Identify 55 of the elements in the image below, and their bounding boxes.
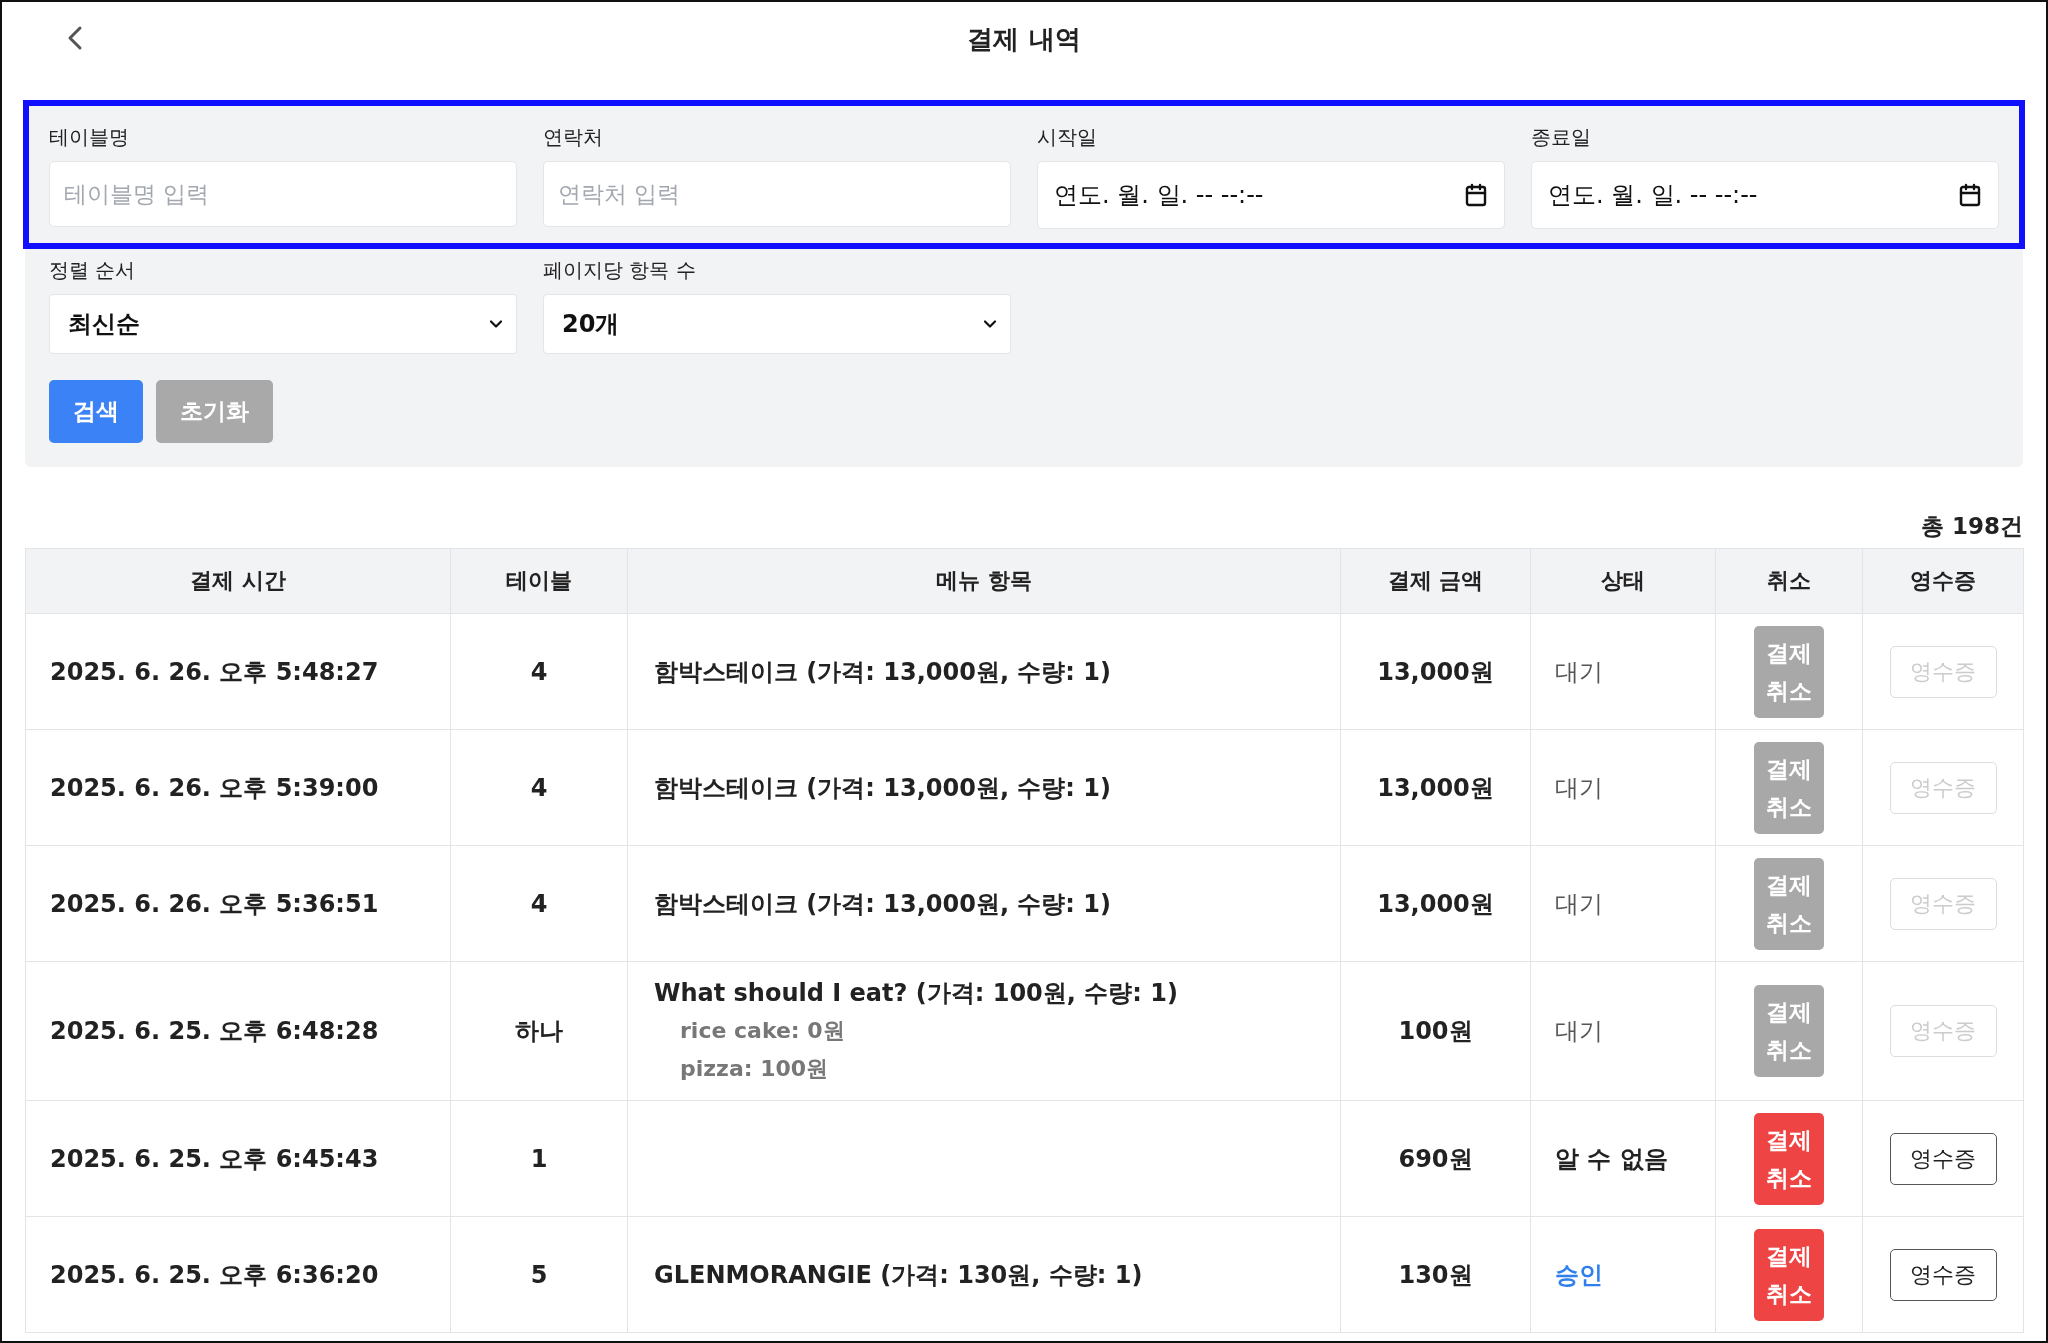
status-text: 대기 xyxy=(1530,845,1716,962)
table-cell: 2025. 6. 25. 오후 6:48:28 xyxy=(25,961,451,1101)
field-label: 테이블명 xyxy=(49,124,130,151)
table-cell: 1 xyxy=(450,1100,628,1217)
table-cell: 2025. 6. 25. 오후 6:45:43 xyxy=(25,1100,451,1217)
table-cell: 4 xyxy=(450,729,628,846)
table-cell: 4 xyxy=(450,613,628,730)
field-label: 정렬 순서 xyxy=(49,257,137,284)
field-label: 페이지당 항목 수 xyxy=(543,257,697,284)
table-cell: 2025. 6. 26. 오후 5:48:27 xyxy=(25,613,451,730)
select-dropdown[interactable]: 20개 xyxy=(543,294,1011,354)
cancel-payment-button[interactable]: 결제 취소 xyxy=(1754,1228,1824,1321)
table-cell: 13,000원 xyxy=(1340,845,1531,962)
table-cell: 13,000원 xyxy=(1340,729,1531,846)
menu-option: rice cake: 0원 xyxy=(654,1012,1314,1050)
status-text: 대기 xyxy=(1530,613,1716,730)
table-cell: 2025. 6. 26. 오후 5:39:00 xyxy=(25,729,451,846)
table-cell: 하나 xyxy=(450,961,628,1101)
column-header: 취소 xyxy=(1715,548,1863,614)
field-label: 연락처 xyxy=(543,124,604,151)
page-title: 결제 내역 xyxy=(967,22,1081,56)
column-header: 결제 금액 xyxy=(1340,548,1531,614)
text-field[interactable]: 연락처 입력 xyxy=(543,161,1011,227)
table-cell: 5 xyxy=(450,1216,628,1333)
table-cell: 690원 xyxy=(1340,1100,1531,1217)
menu-option: pizza: 100원 xyxy=(654,1050,1314,1088)
table-cell: 13,000원 xyxy=(1340,613,1531,730)
receipt-button[interactable]: 영수증 xyxy=(1889,1248,1997,1301)
column-header: 결제 시간 xyxy=(25,548,451,614)
status-text: 승인 xyxy=(1530,1216,1716,1333)
text-field[interactable]: 테이블명 입력 xyxy=(49,161,517,227)
date-field[interactable]: 연도. 월. 일. -- --:-- xyxy=(1531,161,1999,229)
calendar-icon[interactable] xyxy=(1958,183,1982,207)
table-cell: 4 xyxy=(450,845,628,962)
status-text: 알 수 없음 xyxy=(1530,1100,1716,1217)
field-label: 시작일 xyxy=(1037,124,1098,151)
cancel-payment-button[interactable]: 결제 취소 xyxy=(1754,1112,1824,1205)
calendar-icon[interactable] xyxy=(1464,183,1488,207)
search-button[interactable]: 검색 xyxy=(49,380,143,443)
column-header: 영수증 xyxy=(1862,548,2024,614)
date-field[interactable]: 연도. 월. 일. -- --:-- xyxy=(1037,161,1505,229)
column-header: 상태 xyxy=(1530,548,1716,614)
field-label: 종료일 xyxy=(1531,124,1592,151)
column-header: 메뉴 항목 xyxy=(627,548,1341,614)
status-text: 대기 xyxy=(1530,961,1716,1101)
table-cell: 2025. 6. 26. 오후 5:36:51 xyxy=(25,845,451,962)
table-cell: 2025. 6. 25. 오후 6:36:20 xyxy=(25,1216,451,1333)
table-cell: 130원 xyxy=(1340,1216,1531,1333)
total-count: 총 198건 xyxy=(1920,512,2023,541)
select-dropdown[interactable]: 최신순 xyxy=(49,294,517,354)
reset-button[interactable]: 초기화 xyxy=(156,380,273,443)
receipt-button[interactable]: 영수증 xyxy=(1889,1132,1997,1185)
status-text: 대기 xyxy=(1530,729,1716,846)
table-cell: 100원 xyxy=(1340,961,1531,1101)
column-header: 테이블 xyxy=(450,548,628,614)
